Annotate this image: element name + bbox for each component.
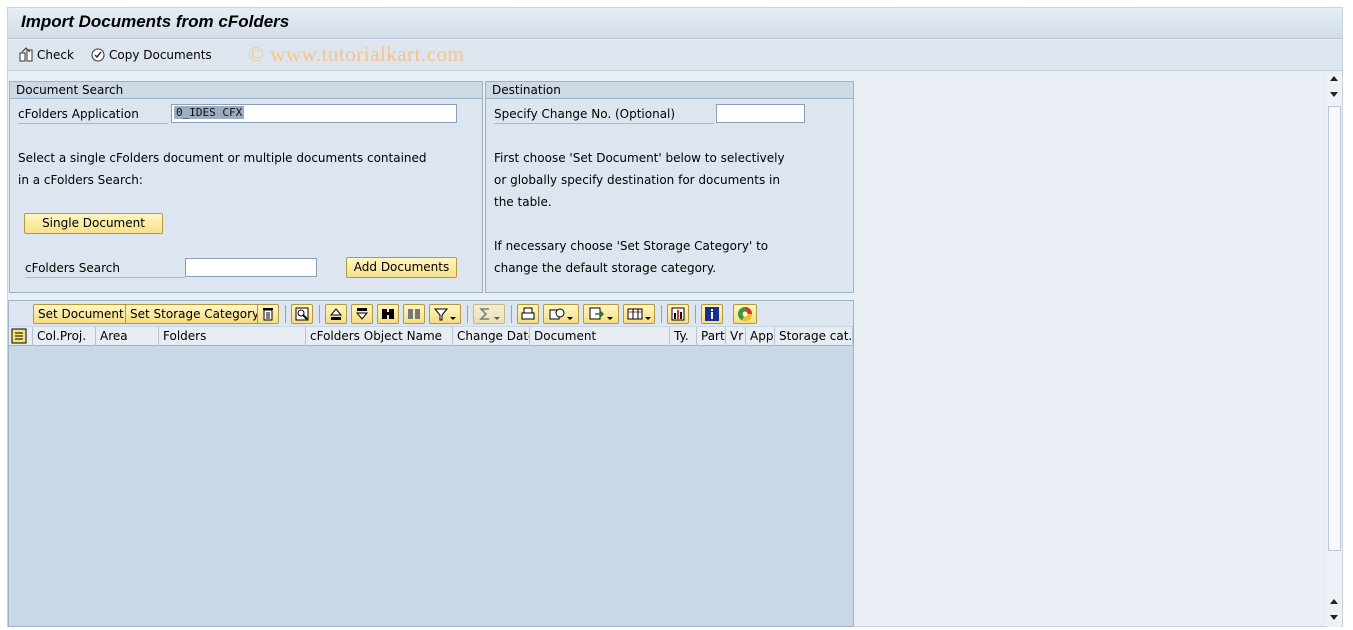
copy-documents-button[interactable]: Copy Documents [90, 46, 212, 64]
delete-button[interactable] [257, 304, 279, 324]
document-search-panel: Document Search cFolders Application 0_I… [9, 81, 483, 293]
cfolders-application-value: 0_IDES CFX [174, 106, 245, 119]
scroll-up-arrow-icon[interactable] [1330, 599, 1338, 604]
sum-button[interactable] [473, 304, 505, 324]
copy-documents-label: Copy Documents [109, 48, 212, 62]
abc-analysis-icon [738, 307, 753, 322]
change-number-label: Specify Change No. (Optional) [494, 107, 676, 121]
check-button[interactable]: Check [18, 46, 74, 64]
column-header[interactable]: Col.Proj. [33, 327, 96, 346]
toolbar-separator [661, 305, 662, 323]
select-all-icon [11, 328, 27, 344]
find-button[interactable] [377, 304, 399, 324]
check-icon [19, 47, 33, 62]
search-help-line1: Select a single cFolders document or mul… [18, 151, 427, 165]
column-header[interactable]: Area [96, 327, 159, 346]
magnifier-icon [295, 307, 309, 321]
print-icon [521, 307, 535, 320]
scroll-down-arrow-icon[interactable] [1330, 92, 1338, 97]
export-button[interactable] [583, 304, 619, 324]
toolbar-separator [467, 305, 468, 323]
storage-help-line2: change the default storage category. [494, 261, 717, 275]
scrollbar-thumb[interactable] [1328, 106, 1341, 551]
toolbar-separator [695, 305, 696, 323]
column-header[interactable]: Storage cat. [775, 327, 853, 346]
cfolders-search-label: cFolders Search [25, 261, 120, 275]
copy-documents-icon [91, 48, 105, 62]
column-header[interactable]: Part [697, 327, 726, 346]
layout-icon [627, 308, 643, 320]
set-storage-category-button[interactable]: Set Storage Category [125, 304, 265, 324]
graphic-icon [671, 307, 685, 321]
toolbar-separator [285, 305, 286, 323]
label-underline [494, 123, 714, 124]
destination-help-line1: First choose 'Set Document' below to sel… [494, 151, 785, 165]
destination-panel: Destination Specify Change No. (Optional… [485, 81, 854, 293]
toolbar-separator [319, 305, 320, 323]
info-button[interactable] [701, 304, 723, 324]
set-document-button[interactable]: Set Document [33, 304, 129, 324]
check-label: Check [37, 48, 74, 62]
storage-help-line1: If necessary choose 'Set Storage Categor… [494, 239, 769, 253]
application-toolbar: Check Copy Documents © www.tutorialkart.… [8, 40, 1342, 71]
views-button[interactable] [543, 304, 579, 324]
sort-ascending-button[interactable] [325, 304, 347, 324]
cfolders-search-input[interactable] [185, 258, 317, 277]
column-header[interactable]: Folders [159, 327, 306, 346]
add-documents-button[interactable]: Add Documents [346, 257, 457, 278]
column-header[interactable]: Vr [726, 327, 746, 346]
details-button[interactable] [291, 304, 313, 324]
sort-descending-icon [355, 308, 369, 320]
sort-ascending-icon [329, 308, 343, 320]
sum-icon [479, 308, 489, 320]
change-number-input[interactable] [716, 104, 805, 123]
layout-button[interactable] [623, 304, 655, 324]
grid-toolbar: Set Document Set Storage Category [9, 301, 853, 326]
vertical-scrollbar[interactable] [1327, 72, 1342, 627]
find-next-icon [408, 309, 420, 319]
export-icon [589, 307, 605, 320]
binoculars-icon [382, 309, 394, 319]
document-search-heading: Document Search [10, 82, 482, 99]
destination-help-line2: or globally specify destination for docu… [494, 173, 780, 187]
column-header[interactable]: Document [530, 327, 670, 346]
filter-button[interactable] [429, 304, 461, 324]
sort-descending-button[interactable] [351, 304, 373, 324]
views-icon [549, 308, 565, 320]
search-help-line2: in a cFolders Search: [18, 173, 143, 187]
cfolders-application-label: cFolders Application [18, 107, 139, 121]
single-document-button[interactable]: Single Document [24, 213, 163, 234]
watermark: © www.tutorialkart.com [248, 42, 465, 66]
column-header[interactable]: Ty. [670, 327, 697, 346]
scroll-down-arrow-icon[interactable] [1330, 615, 1338, 620]
destination-heading: Destination [486, 82, 853, 99]
column-header[interactable]: cFolders Object Name [306, 327, 453, 346]
grid-header: Col.Proj. Area Folders cFolders Object N… [9, 327, 853, 346]
document-grid: Set Document Set Storage Category Col.Pr… [8, 300, 854, 627]
column-header[interactable]: Change Date [453, 327, 530, 346]
print-button[interactable] [517, 304, 539, 324]
label-underline [18, 123, 168, 124]
column-header[interactable]: App [746, 327, 775, 346]
label-underline [25, 277, 185, 278]
destination-help-line3: the table. [494, 195, 552, 209]
trash-icon [263, 308, 273, 321]
filter-icon [434, 308, 448, 321]
abc-analysis-button[interactable] [733, 304, 757, 324]
select-all-button[interactable] [9, 327, 33, 346]
toolbar-separator [511, 305, 512, 323]
page-title: Import Documents from cFolders [21, 12, 290, 31]
title-bar: Import Documents from cFolders [8, 8, 1342, 39]
graphic-button[interactable] [667, 304, 689, 324]
find-next-button[interactable] [403, 304, 425, 324]
info-icon [705, 307, 719, 321]
scroll-up-arrow-icon[interactable] [1330, 76, 1338, 81]
cfolders-application-input[interactable]: 0_IDES CFX [171, 104, 457, 123]
